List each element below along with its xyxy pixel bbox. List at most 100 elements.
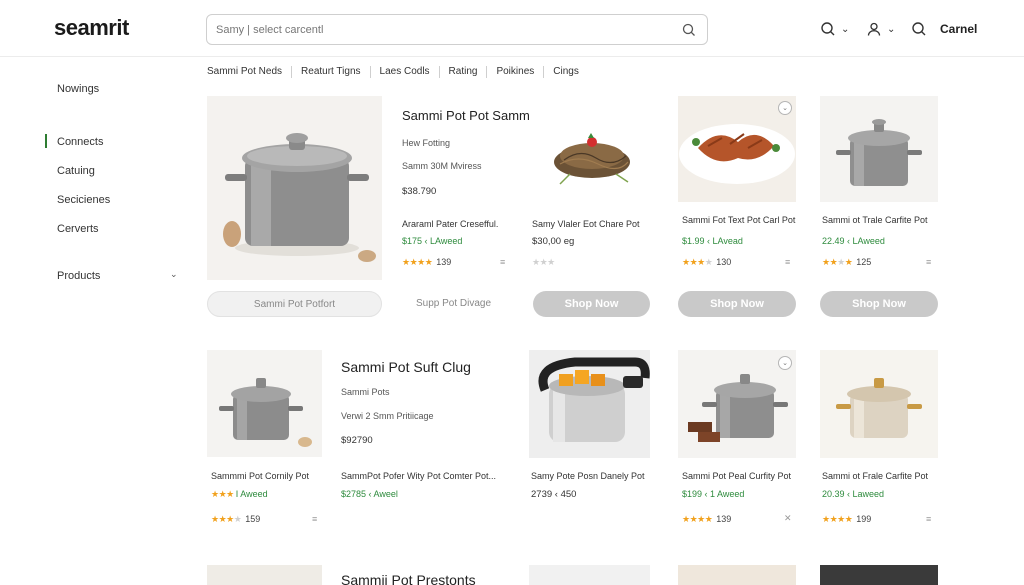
rating-count: 139: [436, 257, 452, 267]
filter-pot-needs[interactable]: Sammi Pot Neds: [207, 66, 291, 78]
rating-stars: ★★★★ 125: [822, 257, 872, 267]
menu-lines-icon[interactable]: ≡: [926, 514, 931, 524]
menu-lines-icon[interactable]: ≡: [785, 257, 790, 267]
filter-features[interactable]: Reaturt Tigns: [291, 66, 369, 78]
noodle-dish-illustration: [530, 96, 650, 206]
search-icon[interactable]: [681, 22, 697, 38]
rating-stars: ★★★★ 139: [402, 257, 452, 267]
shop-now-button[interactable]: Shop Now: [678, 291, 796, 317]
featured-product-subtitle: Hew Fotting: [402, 138, 451, 148]
product-name[interactable]: Araraml Pater Cresefful.: [402, 219, 498, 229]
sidebar: Nowings Connects Catuing Secicienes Cerv…: [0, 58, 195, 585]
chevron-down-icon[interactable]: ⌄: [170, 269, 178, 280]
product-name[interactable]: Sammmi Pot Cornily Pot: [211, 471, 309, 481]
shop-now-button[interactable]: Shop Now: [820, 291, 938, 317]
chevron-down-circle-icon[interactable]: ⌄: [778, 356, 792, 370]
sidebar-item-connects[interactable]: Connects: [57, 136, 103, 148]
product-name[interactable]: Samy Vlaler Eot Chare Pot: [532, 219, 640, 229]
filter-prices[interactable]: Poikines: [486, 66, 543, 78]
search-menu-button[interactable]: ⌄: [820, 19, 849, 39]
cooking-pot-illustration: [529, 350, 650, 458]
rating-stars: ★★★★ 139: [682, 514, 732, 524]
rating-count: 130: [716, 257, 732, 267]
featured-product-title[interactable]: Sammi Pot Suft Clug: [341, 359, 471, 375]
rating-count: 139: [716, 514, 732, 524]
product-name[interactable]: Sammi ot Trale Carfite Pot: [822, 215, 928, 225]
product-image-partial[interactable]: [678, 565, 796, 585]
product-image-stockpot[interactable]: [207, 350, 322, 457]
search-input[interactable]: [216, 20, 656, 40]
stockpot-illustration: [207, 96, 382, 280]
rating-count: 159: [245, 514, 261, 524]
product-name[interactable]: Sammi Pot Peal Curfity Pot: [682, 471, 791, 481]
gold-pot-illustration: [820, 350, 938, 458]
rating-count: 125: [856, 257, 872, 267]
shop-now-button[interactable]: Shop Now: [533, 291, 650, 317]
product-price-tag: $175 ‹ LAweed: [402, 236, 463, 246]
featured-product-title[interactable]: Sammii Pot Prestonts: [341, 572, 476, 585]
sidebar-item-catuing[interactable]: Catuing: [57, 165, 95, 177]
sidebar-item-products[interactable]: Products: [57, 270, 100, 282]
top-header: seamrit ⌄ ⌄ Carnel: [0, 0, 1024, 57]
brand-logo[interactable]: seamrit: [54, 15, 129, 41]
product-name[interactable]: Samy Pote Posn Danely Pot: [531, 471, 645, 481]
product-price-tag: I Aweed: [235, 489, 268, 499]
product-name[interactable]: Sammi Fot Text Pot Carl Pot: [682, 215, 795, 225]
rating-count: 199: [856, 514, 872, 524]
stockpot-illustration: [207, 350, 322, 457]
product-name[interactable]: SammPot Pofer Wity Pot Comter Pot...: [341, 471, 496, 481]
stockpot-illustration: [820, 96, 938, 202]
search-icon: [912, 22, 926, 36]
chevron-down-icon: ⌄: [841, 23, 850, 35]
rating-stars: ★★★: [532, 257, 555, 267]
supp-pot-divage-link[interactable]: Supp Pot Divage: [416, 298, 491, 309]
product-name[interactable]: Sammi ot Frale Carfite Pot: [822, 471, 928, 481]
product-image-gold-pot[interactable]: [820, 350, 938, 458]
sidebar-item-nowings[interactable]: Nowings: [57, 83, 99, 95]
account-menu-button[interactable]: ⌄: [866, 19, 895, 39]
search-bar[interactable]: [206, 14, 708, 45]
close-icon[interactable]: ✕: [784, 513, 792, 524]
product-image-noodles[interactable]: [530, 96, 650, 206]
product-image-partial[interactable]: [820, 565, 938, 585]
filter-cings[interactable]: Cings: [543, 66, 588, 78]
chevron-down-circle-icon[interactable]: ⌄: [778, 101, 792, 115]
product-price-tag: $199 ‹ 1 Aweed: [682, 489, 745, 499]
sidebar-item-cerverts[interactable]: Cerverts: [57, 223, 99, 235]
rating-stars: ★★★★ 159: [211, 514, 261, 524]
product-image-stockpot-small[interactable]: [820, 96, 938, 202]
menu-lines-icon[interactable]: ≡: [312, 514, 317, 524]
product-price-tag: 20.39 ‹ Laweed: [822, 489, 885, 499]
user-icon: [867, 22, 881, 36]
rating-stars: ★★★ I Aweed: [211, 489, 268, 499]
featured-product-subtitle: Sammi Pots: [341, 387, 390, 397]
featured-product-spec: Samm 30M Mviress: [402, 161, 482, 171]
product-image-partial[interactable]: [529, 565, 650, 585]
product-image-stockpot-large[interactable]: [207, 96, 382, 280]
product-image-cooking-pot[interactable]: [529, 350, 650, 458]
featured-product-spec: Verwi 2 Smm Pritiicage: [341, 411, 434, 421]
product-price-tag: $2785 ‹ Aweel: [341, 489, 398, 499]
product-price: $30,00 eg: [532, 236, 575, 247]
button-label: Sammi Pot Potfort: [253, 298, 336, 310]
product-image-partial[interactable]: [207, 565, 322, 585]
sammi-pot-potfort-button[interactable]: Sammi Pot Potfort: [207, 291, 382, 317]
header-search-button[interactable]: [911, 19, 927, 39]
rating-stars: ★★★★ 130: [682, 257, 732, 267]
featured-product-price: $92790: [341, 435, 373, 446]
sidebar-item-secicienes[interactable]: Secicienes: [57, 194, 110, 206]
product-price-tag: 22.49 ‹ LAweed: [822, 236, 885, 246]
menu-lines-icon[interactable]: ≡: [926, 257, 931, 267]
sidebar-active-indicator: [45, 134, 47, 148]
product-price-tag: $1.99 ‹ LAvead: [682, 236, 743, 246]
filter-colors[interactable]: Laes Codls: [369, 66, 439, 78]
filter-rating[interactable]: Rating: [438, 66, 487, 78]
user-name[interactable]: Carnel: [940, 22, 977, 36]
product-price: 2739 ‹ 450: [531, 489, 577, 500]
rating-stars: ★★★★ 199: [822, 514, 872, 524]
search-icon: [821, 22, 835, 36]
featured-product-price: $38.790: [402, 186, 437, 197]
menu-lines-icon[interactable]: ≡: [500, 257, 505, 267]
chevron-down-icon: ⌄: [887, 23, 896, 35]
filter-bar: Sammi Pot Neds Reaturt Tigns Laes Codls …: [207, 65, 588, 79]
